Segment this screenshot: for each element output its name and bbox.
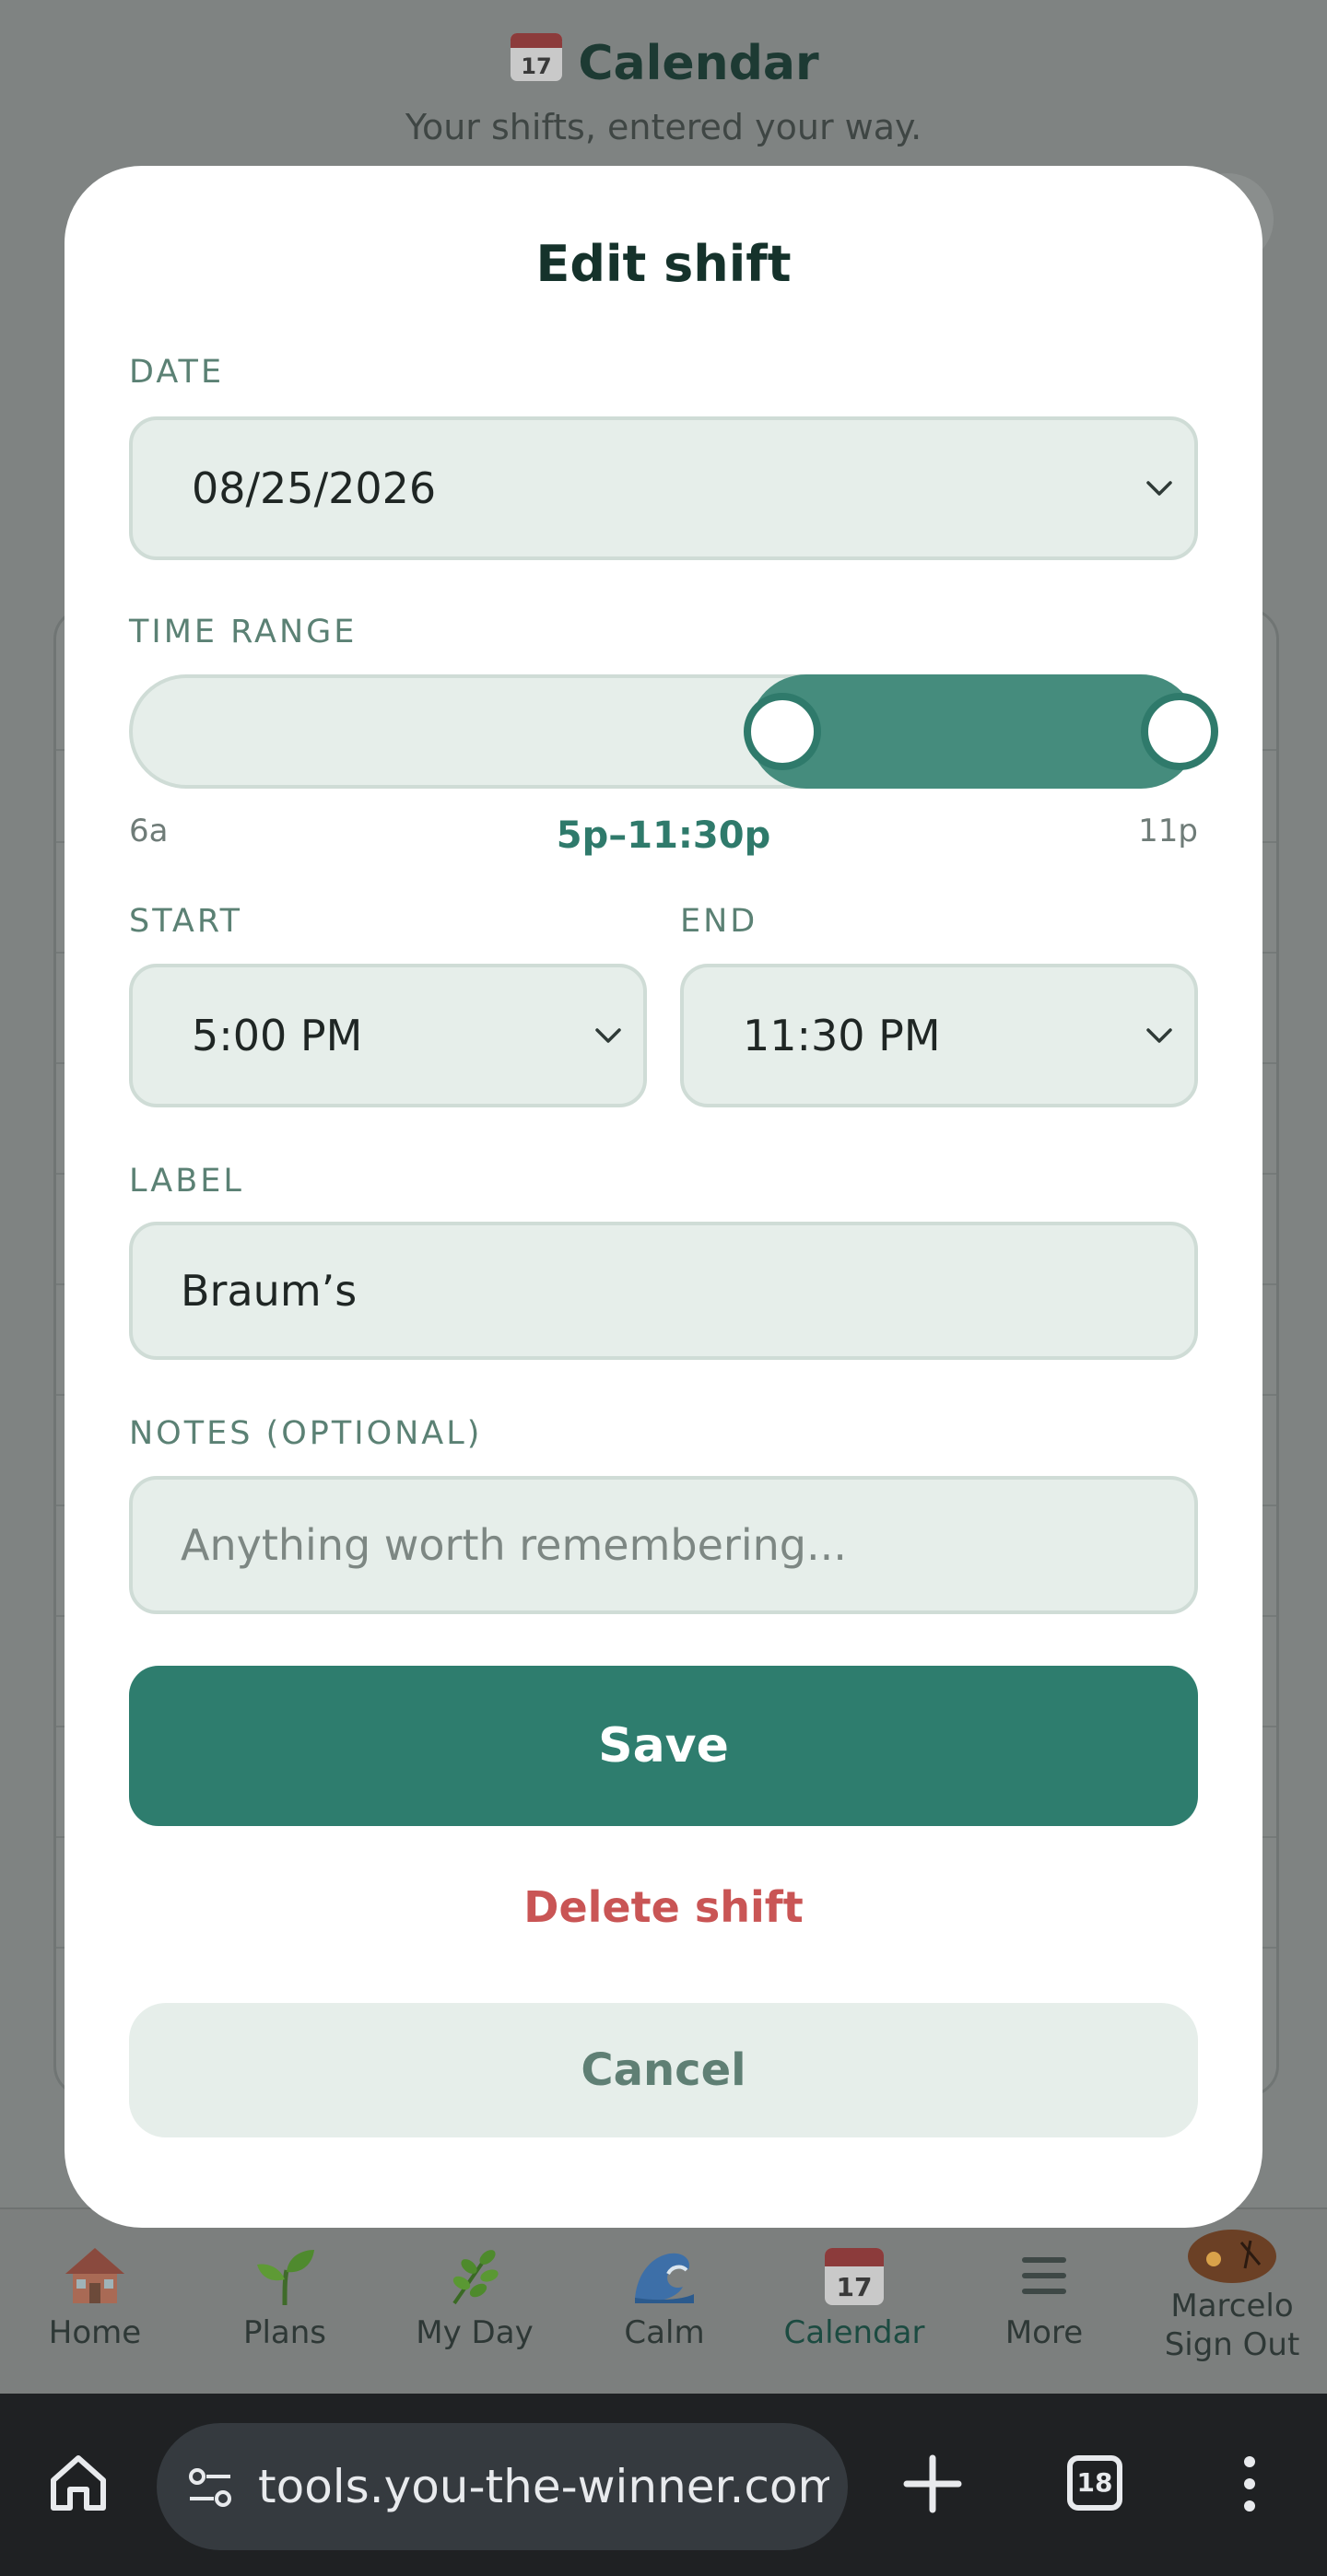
nav-label: My Day xyxy=(416,2314,534,2351)
delete-shift-button[interactable]: Delete shift xyxy=(65,1879,1262,1935)
end-label: END xyxy=(680,903,758,940)
notes-label: NOTES (OPTIONAL) xyxy=(129,1415,483,1452)
calendar-icon-day: 17 xyxy=(522,53,552,79)
chevron-down-icon xyxy=(1146,481,1172,496)
start-time-value: 5:00 PM xyxy=(192,1011,363,1060)
page-subtitle: Your shifts, entered your way. xyxy=(405,107,922,147)
nav-label: Plans xyxy=(242,2314,327,2351)
nav-item-calendar[interactable]: 17 Calendar xyxy=(759,2242,949,2351)
time-range-end-handle[interactable] xyxy=(1141,693,1218,770)
site-settings-icon[interactable] xyxy=(184,2462,236,2513)
seedling-icon xyxy=(257,2250,314,2306)
page-header: 17 Calendar Your shifts, entered your wa… xyxy=(0,28,1327,153)
nav-label: More xyxy=(1004,2314,1084,2351)
address-bar[interactable]: tools.you-the-winner.com/n xyxy=(157,2423,848,2550)
notes-input[interactable] xyxy=(129,1476,1198,1614)
new-tab-icon[interactable] xyxy=(903,2454,962,2513)
wave-icon xyxy=(635,2253,694,2303)
menu-icon xyxy=(1022,2257,1066,2294)
start-label: START xyxy=(129,903,242,940)
calendar-icon: 17 xyxy=(825,2248,884,2305)
overflow-menu-icon[interactable] xyxy=(1231,2454,1268,2513)
nav-item-my-day[interactable]: My Day xyxy=(380,2242,570,2351)
nav-item-user[interactable]: Marcelo Sign Out xyxy=(1137,2228,1327,2362)
end-time-select[interactable]: 11:30 PM xyxy=(680,964,1198,1107)
sign-out-link[interactable]: Sign Out xyxy=(1137,2327,1327,2362)
home-icon[interactable] xyxy=(46,2451,111,2515)
time-range-max-label: 11p xyxy=(1138,813,1198,849)
nav-item-calm[interactable]: Calm xyxy=(570,2242,759,2351)
chevron-down-icon xyxy=(1146,1028,1172,1043)
page-title-text: Calendar xyxy=(578,36,819,91)
browser-toolbar: tools.you-the-winner.com/n xyxy=(0,2394,1327,2576)
user-name: Marcelo xyxy=(1170,2288,1294,2324)
nav-item-home[interactable]: Home xyxy=(0,2242,190,2351)
edit-shift-modal: Edit shift DATE 08/25/2026 TIME RANGE 6a… xyxy=(65,166,1262,2228)
nav-label: Calm xyxy=(624,2314,705,2351)
calendar-icon-day: 17 xyxy=(837,2272,873,2302)
nav-label: Calendar xyxy=(783,2314,925,2351)
chevron-down-icon xyxy=(595,1028,621,1043)
nav-label: Home xyxy=(48,2314,142,2351)
label-field-label: LABEL xyxy=(129,1163,244,1200)
label-input[interactable] xyxy=(129,1222,1198,1360)
avatar xyxy=(1188,2230,1276,2283)
bottom-nav: Home Plans My Day Calm 17 Calendar More … xyxy=(0,2207,1327,2394)
start-time-select[interactable]: 5:00 PM xyxy=(129,964,647,1107)
page-title: 17 Calendar xyxy=(0,28,1327,98)
time-range-start-handle[interactable] xyxy=(744,693,822,770)
save-button[interactable]: Save xyxy=(129,1666,1198,1826)
house-icon xyxy=(65,2248,124,2303)
time-range-label: TIME RANGE xyxy=(129,614,358,650)
end-time-value: 11:30 PM xyxy=(743,1011,941,1060)
modal-title: Edit shift xyxy=(535,235,792,293)
herb-icon xyxy=(452,2250,499,2305)
nav-item-more[interactable]: More xyxy=(949,2242,1139,2351)
date-label: DATE xyxy=(129,354,225,391)
tab-switcher-button[interactable]: 18 xyxy=(1067,2455,1122,2511)
date-field[interactable]: 08/25/2026 xyxy=(129,416,1198,560)
nav-item-plans[interactable]: Plans xyxy=(190,2242,380,2351)
url-text: tools.you-the-winner.com/n xyxy=(258,2460,829,2513)
time-range-readout: 5p–11:30p xyxy=(556,814,771,857)
calendar-icon: 17 xyxy=(511,33,563,81)
date-value: 08/25/2026 xyxy=(192,463,437,513)
cancel-button[interactable]: Cancel xyxy=(129,2003,1198,2137)
